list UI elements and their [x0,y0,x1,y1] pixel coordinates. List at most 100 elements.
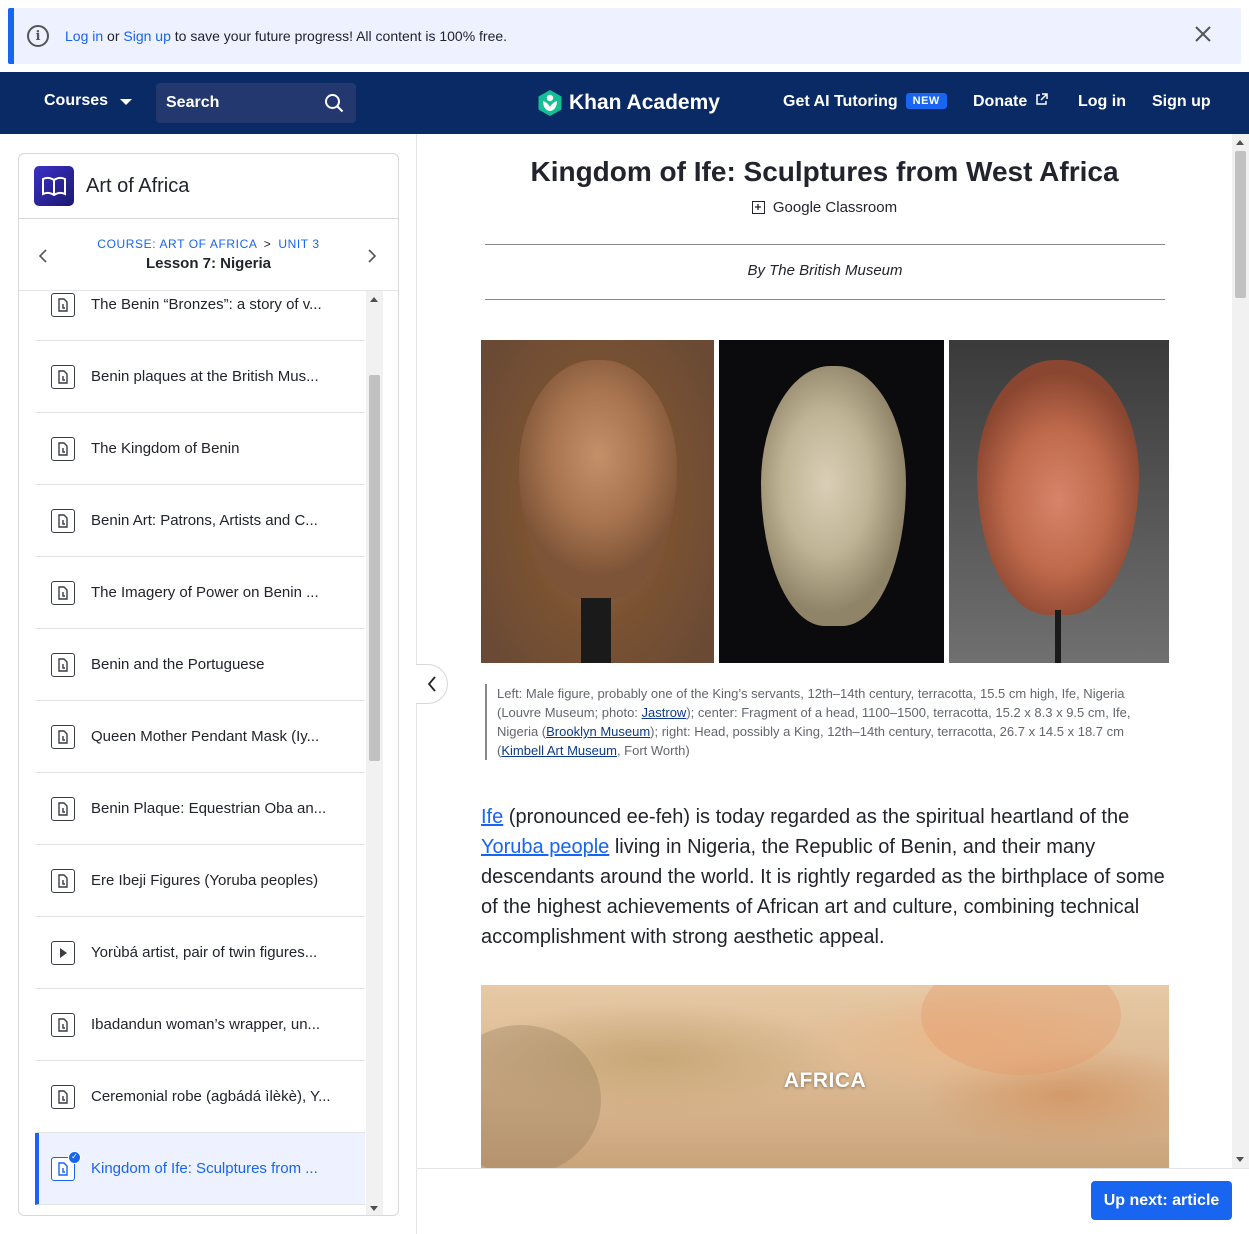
list-item-label: Ere Ibeji Figures (Yoruba peoples) [91,872,319,889]
search-input[interactable]: Search [156,83,356,123]
list-item-label: Yorùbá artist, pair of twin figures... [91,944,318,961]
caption-link-jastrow[interactable]: Jastrow [642,705,687,720]
list-item-label: The Kingdom of Benin [91,440,240,457]
article-icon [51,292,75,317]
banner-or-text: or [103,28,124,44]
course-book-icon [34,166,74,206]
info-icon: i [27,25,49,47]
ife-link[interactable]: Ife [481,806,503,828]
chevron-down-icon [120,99,133,105]
list-item[interactable]: Ceremonial robe (agbádá ìlèkè), Y... [35,1061,365,1133]
scroll-up-arrow-icon[interactable] [1236,140,1244,145]
list-item-label: The Benin “Bronzes”: a story of v... [91,296,322,313]
caption-link-kimbell[interactable]: Kimbell Art Museum [501,743,617,758]
caption-link-brooklyn[interactable]: Brooklyn Museum [546,724,650,739]
list-item-label: Benin Art: Patrons, Artists and C... [91,512,318,529]
list-item[interactable]: Queen Mother Pendant Mask (Iy... [35,701,365,773]
article-icon [51,508,75,533]
list-item[interactable]: The Imagery of Power on Benin ... [35,557,365,629]
course-title[interactable]: Art of Africa [86,175,189,198]
list-item-label: Ibadandun woman’s wrapper, un... [91,1016,321,1033]
article-icon [51,364,75,389]
list-item-label: Queen Mother Pendant Mask (Iy... [91,728,320,745]
list-item[interactable]: Yorùbá artist, pair of twin figures... [35,917,365,989]
breadcrumb: COURSE: ART OF AFRICA > UNIT 3 [19,219,398,251]
lesson-title: Lesson 7: Nigeria [145,255,272,272]
google-classroom-label: Google Classroom [772,199,898,216]
male-figure-image [481,340,714,663]
banner-rest-text: to save your future progress! All conten… [170,28,508,44]
courses-label: Courses [44,92,109,109]
signup-link[interactable]: Sign up [1152,93,1211,111]
banner-login-link[interactable]: Log in [65,28,103,44]
search-icon [325,94,344,113]
login-link[interactable]: Log in [1078,93,1126,111]
up-next-button[interactable]: Up next: article [1091,1181,1232,1220]
article-icon [51,868,75,893]
list-item[interactable]: The Kingdom of Benin [35,413,365,485]
check-icon: ✓ [68,1150,81,1164]
top-navbar: Courses Search Khan Academy Get AI Tutor… [0,72,1249,134]
scroll-down-arrow-icon[interactable] [1236,1157,1244,1162]
article-icon [51,436,75,461]
scroll-down-arrow-icon[interactable] [370,1206,378,1211]
article-icon: ✓ [51,1150,81,1181]
list-item-label: Benin and the Portuguese [91,656,265,673]
paragraph-text: (pronounced ee-feh) is today regarded as… [503,806,1130,828]
article-icon [51,796,75,821]
list-item[interactable]: Benin plaques at the British Mus... [35,341,365,413]
breadcrumb-course-link[interactable]: COURSE: ART OF AFRICA [97,237,257,251]
khan-leaf-icon [538,90,562,116]
list-item[interactable]: Benin Plaque: Equestrian Oba an... [35,773,365,845]
search-placeholder: Search [166,94,220,111]
article-icon [51,580,75,605]
donate-label: Donate [973,93,1028,110]
list-item-active[interactable]: ✓ Kingdom of Ife: Sculptures from ... [35,1133,365,1205]
scroll-up-arrow-icon[interactable] [370,297,378,302]
courses-menu-button[interactable]: Courses [44,92,133,110]
donate-link[interactable]: Donate [973,93,1048,111]
caption-text: , Fort Worth) [616,743,690,758]
prev-lesson-chevron-left-icon[interactable] [38,247,48,268]
article-icon [51,724,75,749]
chevron-left-icon [427,676,436,692]
article-icon [51,1012,75,1037]
article-icon [51,652,75,677]
sidebar-scroll-thumb[interactable] [369,375,380,761]
list-item-label: Kingdom of Ife: Sculptures from ... [91,1160,318,1177]
sculpture-images [481,340,1169,663]
article-byline: By The British Museum [747,262,903,279]
khan-academy-logo[interactable]: Khan Academy [537,89,720,117]
yoruba-people-link[interactable]: Yoruba people [481,836,609,858]
list-item[interactable]: Benin and the Portuguese [35,629,365,701]
ai-tutoring-label: Get AI Tutoring [783,93,898,110]
list-item[interactable]: The Benin “Bronzes”: a story of v... [35,291,365,341]
head-fragment-image [718,340,945,663]
list-item-label: Benin Plaque: Equestrian Oba an... [91,800,327,817]
africa-map-image: AFRICA [481,985,1169,1170]
article-paragraph: Ife (pronounced ee-feh) is today regarde… [481,802,1169,952]
video-play-icon [51,940,75,965]
signup-banner: i Log in or Sign up to save your future … [8,8,1241,64]
ai-tutoring-link[interactable]: Get AI Tutoring NEW [783,93,947,111]
image-caption: Left: Male figure, probably one of the K… [485,684,1150,760]
banner-signup-link[interactable]: Sign up [123,28,170,44]
page-scrollbar[interactable] [1232,134,1249,1168]
list-item[interactable]: Benin Art: Patrons, Artists and C... [35,485,365,557]
king-head-image [949,340,1169,663]
logo-text: Khan Academy [569,91,720,114]
page-scroll-thumb[interactable] [1235,151,1246,298]
next-lesson-chevron-right-icon[interactable] [367,247,377,268]
list-item-label: Ceremonial robe (agbádá ìlèkè), Y... [91,1088,331,1105]
article-icon [51,1084,75,1109]
list-item-label: The Imagery of Power on Benin ... [91,584,319,601]
close-icon[interactable] [1191,24,1215,48]
breadcrumb-unit-link[interactable]: UNIT 3 [278,237,319,251]
list-item[interactable]: Ibadandun woman’s wrapper, un... [35,989,365,1061]
course-sidebar: Art of Africa COURSE: ART OF AFRICA > UN… [18,153,399,1216]
lesson-breadcrumb: COURSE: ART OF AFRICA > UNIT 3 Lesson 7:… [19,219,398,291]
google-classroom-button[interactable]: Google Classroom [416,199,1233,216]
lesson-item-list: The Benin “Bronzes”: a story of v... Ben… [19,291,366,1215]
list-item[interactable]: Ere Ibeji Figures (Yoruba peoples) [35,845,365,917]
sidebar-scrollbar[interactable] [366,291,383,1215]
